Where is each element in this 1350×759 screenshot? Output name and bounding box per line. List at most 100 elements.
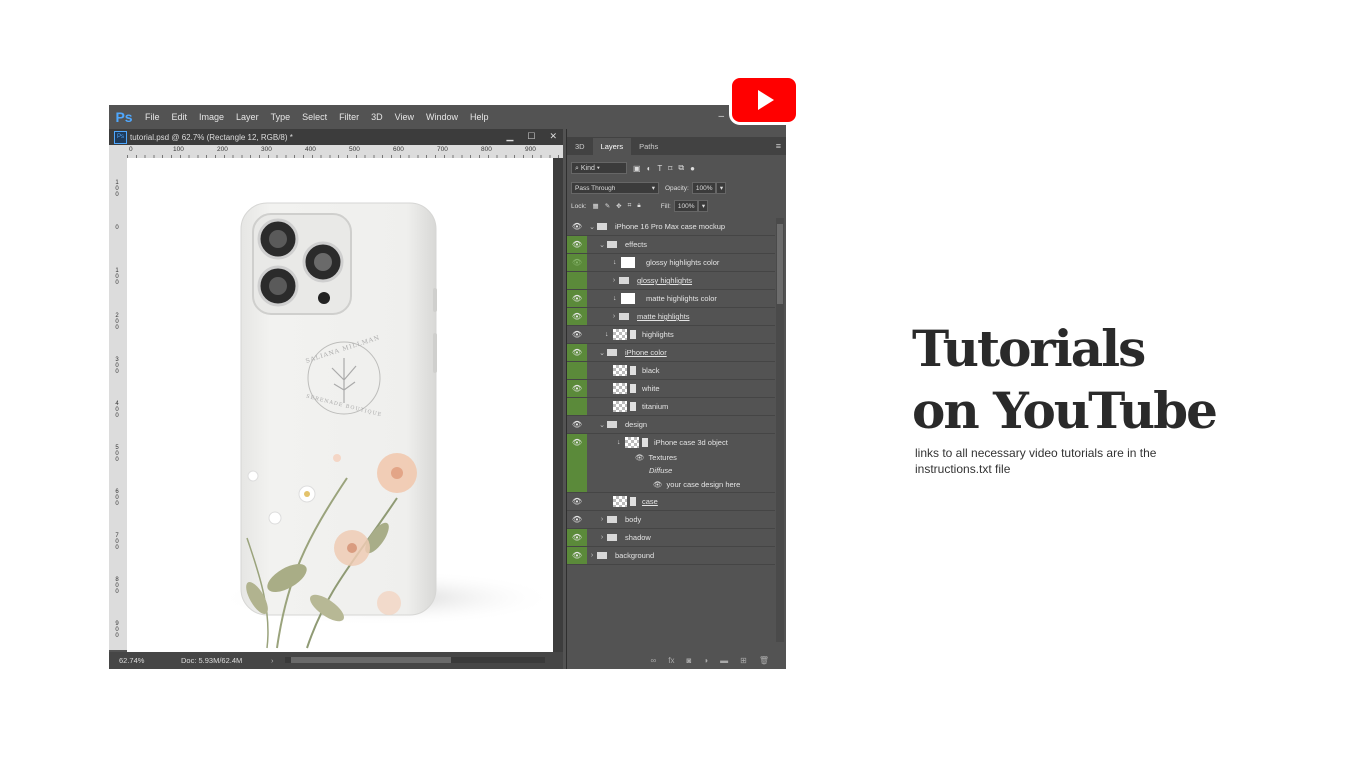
document-vertical-scrollbar[interactable] [553, 158, 563, 652]
visibility-eye-icon[interactable]: 👁︎ [567, 433, 587, 451]
visibility-eye-icon[interactable]: 👁︎ [567, 326, 587, 343]
lock-image-icon[interactable]: ✎ [605, 202, 610, 210]
visibility-empty-box[interactable]: □ [567, 398, 587, 415]
menu-select[interactable]: Select [296, 112, 333, 122]
layer-row[interactable]: 👁︎ › background [567, 547, 775, 565]
lock-all-icon[interactable]: 🔒︎ [637, 202, 640, 210]
filter-smart-object-icon[interactable]: ⧉ [678, 163, 684, 173]
expand-chevron-icon[interactable]: ⌄ [597, 349, 607, 357]
visibility-eye-icon[interactable]: 👁︎ [567, 511, 587, 528]
opacity-dropdown-icon[interactable]: ▾ [715, 182, 726, 194]
horizontal-ruler[interactable]: 0 100 200 300 400 500 600 700 800 900 [127, 145, 563, 159]
menu-filter[interactable]: Filter [333, 112, 365, 122]
filter-toggle-icon[interactable]: ● [690, 164, 695, 173]
visibility-eye-icon[interactable]: 👁︎ [567, 493, 587, 510]
vertical-ruler[interactable]: 1 0 0 0 1 0 0 2 0 0 3 0 0 4 0 0 5 0 0 6 … [109, 158, 128, 650]
menu-edit[interactable]: Edit [166, 112, 194, 122]
layer-row[interactable]: 👁︎ ⌄ design [567, 416, 775, 434]
layer-row[interactable]: □ titanium [567, 398, 775, 416]
lock-position-icon[interactable]: ✥ [616, 202, 621, 210]
visibility-eye-icon[interactable]: 👁︎ [567, 308, 587, 325]
scrollbar-thumb[interactable] [291, 657, 451, 663]
tab-3d[interactable]: 3D [567, 138, 593, 155]
doc-close-icon[interactable]: ✕ [549, 131, 557, 142]
layer-row[interactable]: 👁︎ ⌄ effects [567, 236, 775, 254]
layer-row[interactable]: 👁︎ ⌄ iPhone 16 Pro Max case mockup [567, 218, 775, 236]
layer-style-icon[interactable]: fx [668, 656, 674, 665]
minimize-icon[interactable]: – [718, 111, 724, 122]
add-mask-icon[interactable]: ◙ [686, 656, 691, 665]
expand-chevron-icon[interactable]: ⌄ [587, 223, 597, 231]
expand-chevron-icon[interactable]: › [587, 552, 597, 559]
lock-artboard-icon[interactable]: ⌗ [628, 202, 632, 210]
menu-image[interactable]: Image [193, 112, 230, 122]
blend-mode-select[interactable]: Pass Through ▾ [571, 182, 659, 194]
menu-3d[interactable]: 3D [365, 112, 389, 122]
fill-dropdown-icon[interactable]: ▾ [697, 200, 708, 212]
opacity-input[interactable]: 100% [691, 182, 716, 194]
visibility-eye-icon[interactable]: 👁︎ [567, 344, 587, 361]
menu-layer[interactable]: Layer [230, 112, 265, 122]
visibility-empty-box[interactable]: □ [567, 272, 587, 289]
youtube-play-icon[interactable] [729, 75, 799, 125]
zoom-level[interactable]: 62.74% [109, 656, 153, 665]
layer-row[interactable]: 👁︎ case [567, 493, 775, 511]
adjustment-layer-icon[interactable]: ◑ [703, 656, 708, 665]
layer-row[interactable]: 👁︎ › body [567, 511, 775, 529]
layer-row[interactable]: □ › glossy highlights [567, 272, 775, 290]
menu-help[interactable]: Help [464, 112, 495, 122]
visibility-eye-icon[interactable]: 👁︎ [567, 236, 587, 253]
layers-scrollbar[interactable] [776, 218, 784, 642]
visibility-eye-icon[interactable]: 👁︎ [567, 380, 587, 397]
status-arrow-icon[interactable]: › [271, 656, 274, 665]
texture-row[interactable]: Diffuse [567, 464, 775, 477]
tab-layers[interactable]: Layers [592, 138, 632, 155]
texture-row[interactable]: 👁︎ Textures [567, 450, 775, 464]
tab-paths[interactable]: Paths [631, 138, 666, 155]
layer-row[interactable]: 👁︎ white [567, 380, 775, 398]
layer-row[interactable]: 👁︎ ↓ glossy highlights color [567, 254, 775, 272]
lock-transparent-icon[interactable]: ▦ [593, 202, 599, 210]
layer-row[interactable]: 👁︎ ⌄ iPhone color [567, 344, 775, 362]
doc-minimize-icon[interactable]: ▁ [506, 131, 513, 142]
document-canvas[interactable]: SALIANA MILLMAN SERENADE BOUTIQUE [127, 158, 553, 652]
layer-row[interactable]: 👁︎ ↓ matte highlights color [567, 290, 775, 308]
visibility-eye-icon[interactable]: 👁︎ [567, 218, 587, 235]
expand-chevron-icon[interactable]: ⌄ [597, 421, 607, 429]
layer-row[interactable]: 👁︎ › shadow [567, 529, 775, 547]
visibility-eye-icon[interactable]: 👁︎ [635, 453, 645, 462]
filter-type-icon[interactable]: T [657, 164, 662, 173]
filter-adjustment-icon[interactable]: ◐ [647, 164, 652, 173]
layer-row[interactable]: 👁︎ › matte highlights [567, 308, 775, 326]
expand-chevron-icon[interactable]: › [597, 534, 607, 541]
visibility-eye-icon[interactable]: 👁︎ [567, 529, 587, 546]
document-size-info[interactable]: Doc: 5.93M/62.4M [181, 656, 281, 665]
expand-chevron-icon[interactable]: › [609, 313, 619, 320]
visibility-eye-icon[interactable]: 👁︎ [653, 480, 663, 489]
scrollbar-thumb[interactable] [777, 224, 783, 304]
visibility-eye-icon[interactable]: 👁︎ [567, 254, 587, 271]
link-layers-icon[interactable]: ∞ [651, 656, 657, 665]
layer-row[interactable]: 👁︎ ↓ highlights [567, 326, 775, 344]
new-group-icon[interactable]: ▬ [720, 656, 728, 665]
ruler-corner[interactable] [109, 145, 127, 158]
menu-file[interactable]: File [139, 112, 166, 122]
doc-restore-icon[interactable]: ☐ [527, 131, 535, 142]
delete-layer-icon[interactable]: 🗑︎ [759, 656, 769, 665]
document-tab[interactable]: Ps tutorial.psd @ 62.7% (Rectangle 12, R… [109, 129, 563, 145]
filter-pixel-icon[interactable]: ▣ [633, 164, 641, 173]
texture-row[interactable]: 👁︎ your case design here [567, 477, 775, 493]
visibility-eye-icon[interactable]: 👁︎ [567, 290, 587, 307]
expand-chevron-icon[interactable]: › [597, 516, 607, 523]
visibility-empty-box[interactable]: □ [567, 362, 587, 379]
visibility-eye-icon[interactable]: 👁︎ [567, 547, 587, 564]
new-layer-icon[interactable]: ⊞ [740, 656, 747, 665]
panel-menu-icon[interactable]: ≡ [776, 141, 781, 151]
visibility-eye-icon[interactable]: 👁︎ [567, 416, 587, 433]
filter-shape-icon[interactable]: ⌑ [668, 164, 672, 173]
expand-chevron-icon[interactable]: ⌄ [597, 241, 607, 249]
expand-chevron-icon[interactable]: › [609, 277, 619, 284]
menu-view[interactable]: View [389, 112, 420, 122]
filter-kind-select[interactable]: ⌕ Kind ▾ [571, 162, 627, 174]
fill-input[interactable]: 100% [673, 200, 698, 212]
